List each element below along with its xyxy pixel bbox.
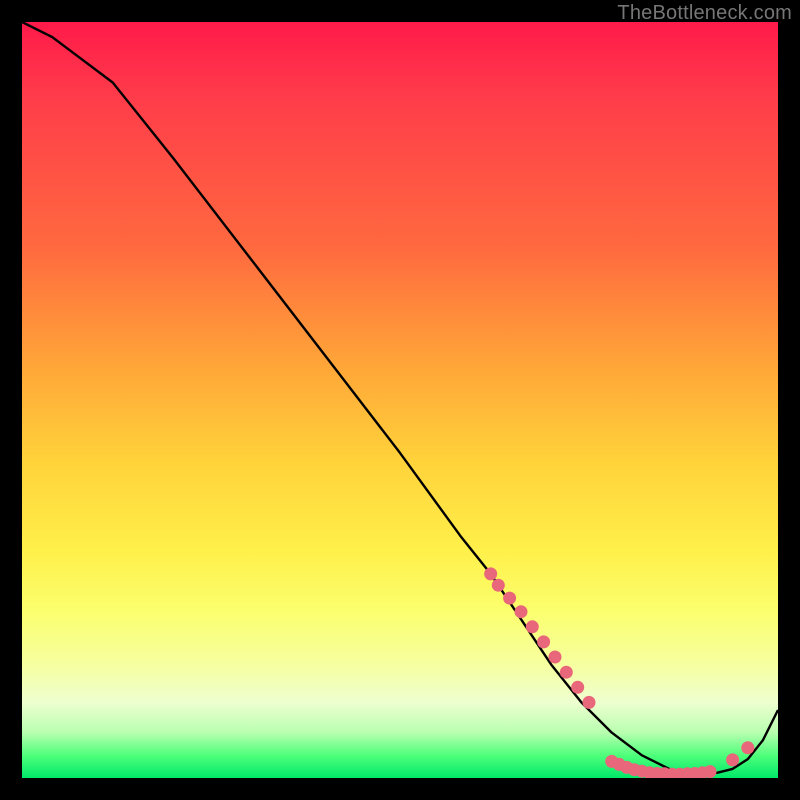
chart-stage: TheBottleneck.com — [0, 0, 800, 800]
data-point — [549, 651, 561, 663]
plot-area — [22, 22, 778, 778]
data-point — [583, 696, 595, 708]
data-markers — [485, 568, 754, 778]
data-point — [504, 592, 516, 604]
data-point — [560, 666, 572, 678]
data-point — [742, 742, 754, 754]
data-point — [572, 681, 584, 693]
data-point — [485, 568, 497, 580]
data-point — [704, 766, 716, 778]
data-point — [526, 621, 538, 633]
data-point — [492, 579, 504, 591]
data-point — [727, 754, 739, 766]
watermark-text: TheBottleneck.com — [617, 2, 792, 25]
data-point — [515, 606, 527, 618]
chart-overlay — [22, 22, 778, 778]
bottleneck-curve — [22, 22, 778, 774]
data-point — [538, 636, 550, 648]
